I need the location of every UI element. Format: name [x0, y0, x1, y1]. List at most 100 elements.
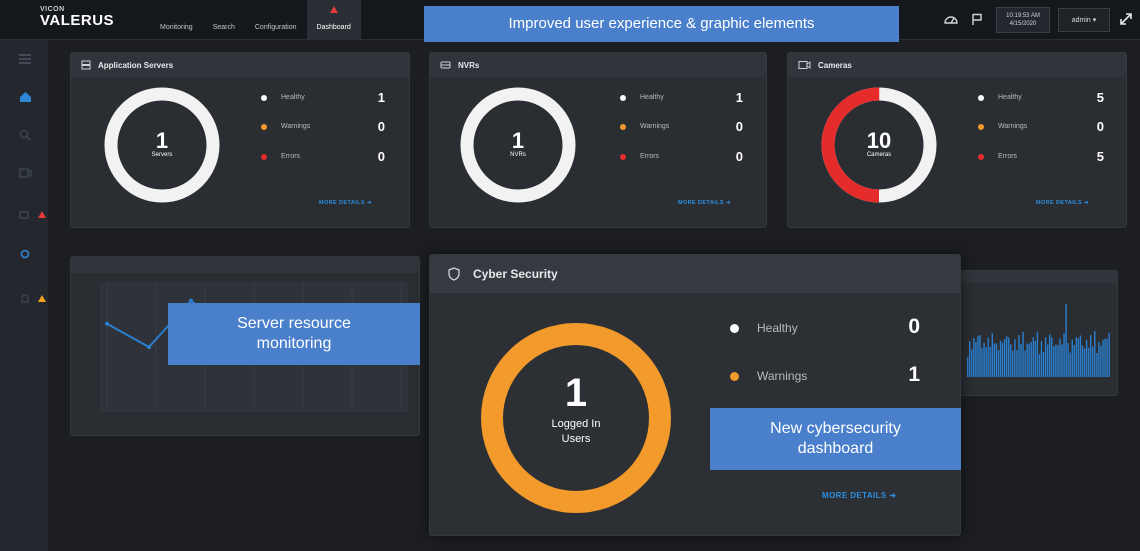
activity-bar [989, 346, 991, 377]
menu-icon [19, 54, 31, 64]
activity-bar [1003, 338, 1006, 377]
tab-dashboard-label: Dashboard [316, 24, 351, 31]
activity-bar [1022, 331, 1024, 377]
clock-display: 10:19:53 AM 4/15/2020 [996, 7, 1050, 33]
servers-caption: Servers [151, 152, 173, 158]
series-point [147, 345, 151, 349]
tab-configuration[interactable]: Configuration [245, 0, 307, 40]
camera-icon [19, 211, 29, 219]
cameras-more-details-link[interactable]: MORE DETAILS ➜ [1036, 200, 1089, 206]
activity-bar [1069, 352, 1071, 377]
activity-bar [1083, 348, 1086, 377]
nvrs-healthy-row: Healthy [620, 94, 664, 101]
activity-bar [1092, 346, 1094, 377]
activity-bar [1026, 343, 1028, 377]
callout-cybersecurity: New cybersecurity dashboard [710, 408, 961, 470]
activity-bar [1046, 344, 1049, 377]
dashboard-gauge-icon[interactable] [941, 9, 961, 29]
resource-chart-header [71, 257, 419, 273]
activity-bar [1014, 339, 1016, 377]
activity-bar [1001, 342, 1004, 377]
activity-bar [971, 349, 973, 377]
healthy-label: Healthy [998, 94, 1022, 101]
activity-bar [1040, 341, 1043, 377]
activity-bar [969, 341, 971, 377]
activity-bar [987, 337, 989, 377]
tab-dashboard[interactable]: Dashboard [306, 0, 361, 40]
activity-bar [967, 357, 969, 377]
warning-dot [978, 123, 984, 130]
cyber-more-details-link[interactable]: MORE DETAILS ➜ [822, 491, 896, 500]
activity-bar [995, 343, 998, 377]
activity-chart-panel [958, 270, 1118, 396]
warnings-label: Warnings [640, 123, 670, 130]
clock-time: 10:19:53 AM [1006, 13, 1040, 19]
camera-icon [798, 61, 811, 69]
sidebar-item-camera[interactable] [14, 204, 46, 226]
activity-bar [1106, 338, 1108, 377]
app-servers-panel: Application Servers 1 Servers Healthy 1 … [70, 52, 410, 228]
activity-bar [1065, 303, 1067, 377]
series-point [189, 298, 193, 303]
logged-in-caption: Logged In Users [551, 418, 601, 445]
activity-bar [991, 333, 993, 377]
healthy-dot [261, 94, 267, 101]
brand-name: VALERUS [40, 12, 115, 29]
error-alert-icon [38, 211, 46, 218]
activity-bar [1094, 331, 1096, 377]
cyber-healthy-row: Healthy [730, 321, 798, 335]
nvrs-more-details-link[interactable]: MORE DETAILS ➜ [678, 200, 731, 206]
nvrs-count: 1 [511, 128, 525, 153]
cyber-warnings-value: 1 [908, 363, 920, 386]
activity-bar [1071, 339, 1073, 377]
server-icon [81, 60, 91, 70]
activity-bar [1028, 343, 1030, 377]
activity-bar [1102, 340, 1104, 377]
cameras-healthy-value: 5 [1096, 90, 1104, 105]
servers-healthy-row: Healthy [261, 94, 305, 101]
activity-bar [977, 335, 979, 377]
activity-bar [1075, 337, 1078, 377]
healthy-label: Healthy [281, 94, 305, 101]
errors-label: Errors [281, 153, 301, 160]
activity-bar [1067, 343, 1069, 377]
activity-bar [1036, 331, 1039, 377]
warning-alert-icon [38, 295, 46, 302]
warnings-label: Warnings [757, 369, 808, 383]
series-point [105, 321, 109, 326]
sidebar-item-alerts[interactable] [14, 288, 46, 310]
servers-more-details-link[interactable]: MORE DETAILS ➜ [319, 200, 372, 206]
activity-bar [999, 340, 1002, 377]
sidebar-item-video[interactable] [14, 162, 36, 184]
sidebar-item-menu[interactable] [14, 48, 36, 70]
activity-bar [1061, 344, 1063, 377]
activity-bar [997, 349, 1000, 377]
error-dot [620, 153, 626, 160]
flag-icon[interactable] [967, 9, 987, 29]
tab-monitoring[interactable]: Monitoring [150, 0, 203, 40]
activity-bar [1051, 337, 1053, 377]
activity-bar [1085, 339, 1088, 377]
search-icon [19, 129, 31, 141]
servers-healthy-value: 1 [377, 90, 385, 105]
brand-logo[interactable]: VICON VALERUS [40, 6, 114, 29]
activity-bar [973, 338, 975, 377]
error-dot [978, 153, 984, 160]
bell-icon [21, 294, 29, 303]
error-dot [261, 153, 267, 160]
sidebar-item-home[interactable] [14, 86, 36, 108]
tab-search[interactable]: Search [203, 0, 245, 40]
activity-bar [1079, 335, 1082, 377]
cameras-healthy-row: Healthy [978, 94, 1022, 101]
cameras-errors-row: Errors [978, 153, 1017, 160]
sidebar-item-search[interactable] [14, 124, 36, 146]
user-menu[interactable]: admin ▾ [1058, 8, 1110, 32]
sidebar-item-settings[interactable] [14, 243, 36, 265]
sidebar [0, 40, 48, 551]
expand-icon[interactable] [1116, 9, 1136, 29]
healthy-dot [730, 323, 739, 333]
activity-bar [1010, 344, 1012, 377]
activity-bar [983, 342, 985, 377]
shield-icon [448, 267, 460, 281]
cameras-count: 10 [866, 128, 892, 153]
